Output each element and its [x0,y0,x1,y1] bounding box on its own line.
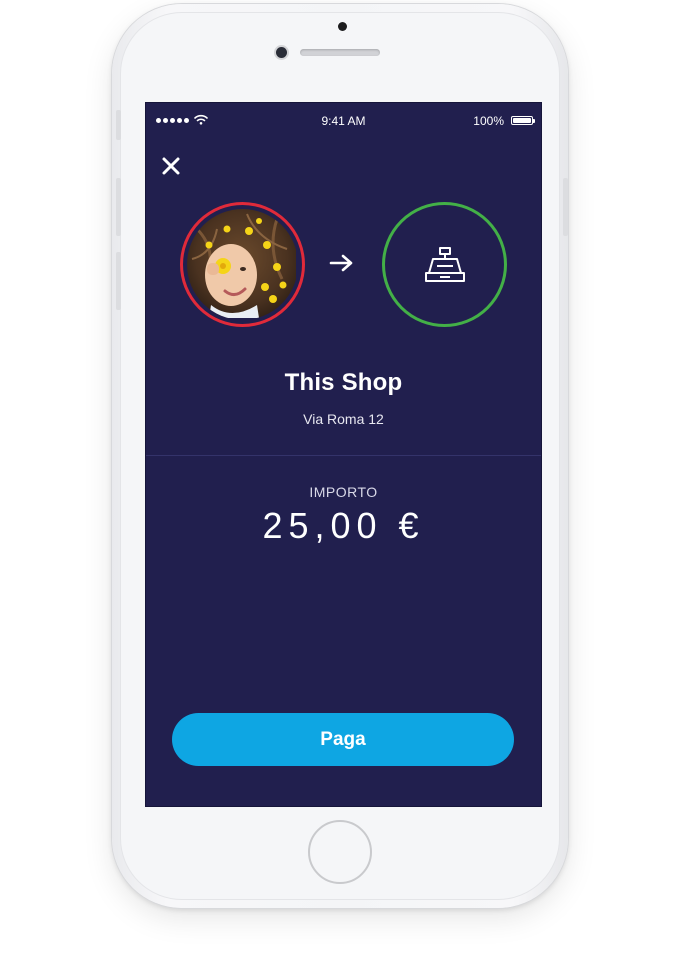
proximity-sensor [338,22,347,31]
merchant-address: Via Roma 12 [303,411,384,427]
merchant-name: This Shop [284,369,403,396]
earpiece-speaker [300,49,380,56]
divider [146,455,541,456]
close-icon[interactable] [160,155,182,177]
amount-value: 25,00 € [262,505,425,546]
cash-register-icon [424,246,465,282]
status-bar: 9:41 AM 100% [146,103,541,137]
battery-percentage: 100% [473,114,504,128]
volume-up-button [116,178,121,236]
merchant-icon-ring [382,202,507,327]
volume-down-button [116,252,121,310]
payer-avatar-ring [180,202,305,327]
battery-icon [511,116,535,125]
arrow-right-icon [329,254,353,272]
power-button [563,178,568,236]
avatar [187,209,298,320]
app-screen: 9:41 AM 100% This Shop Via Roma 12 IMPOR… [145,102,542,807]
home-button[interactable] [308,820,372,884]
amount-label: IMPORTO [309,484,378,500]
front-camera [276,47,287,58]
user-avatar-photo [187,209,296,318]
pay-button[interactable]: Paga [172,713,514,766]
mute-switch [116,110,121,140]
